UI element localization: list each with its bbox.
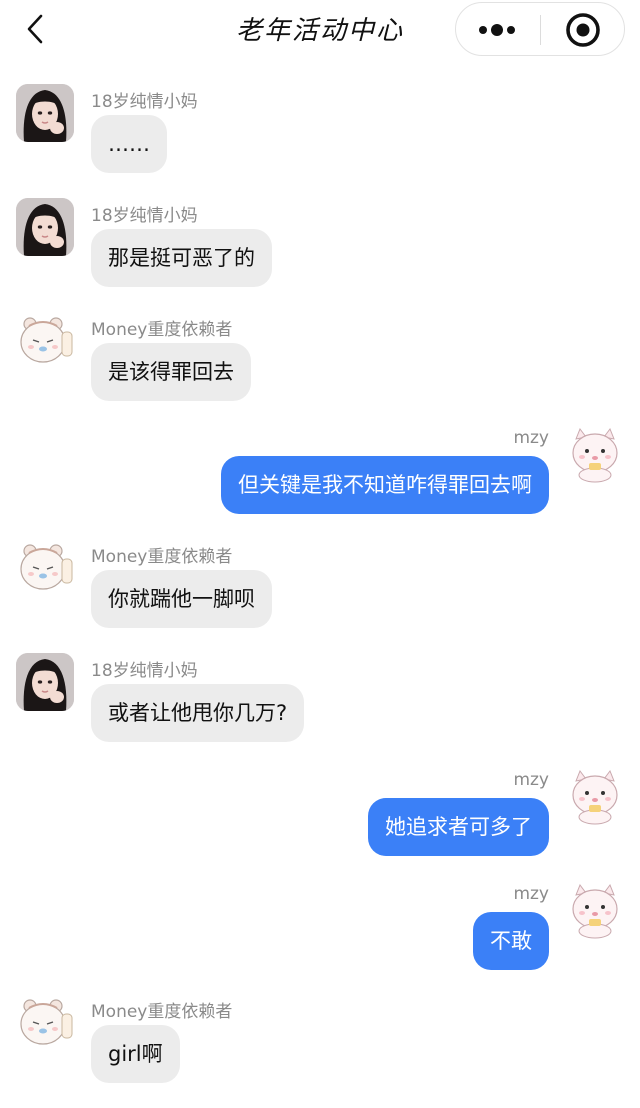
sender-name: Money重度依赖者 — [91, 1002, 233, 1022]
sender-name: Money重度依赖者 — [91, 320, 233, 340]
nav-bar: 老年活动中心 — [0, 0, 640, 60]
message-bubble[interactable]: girl啊 — [91, 1025, 180, 1083]
cartoon-cat-avatar[interactable] — [566, 425, 624, 483]
sender-name: 18岁纯情小妈 — [91, 206, 198, 226]
close-button[interactable] — [542, 3, 624, 55]
message-bubble[interactable]: …… — [91, 115, 167, 173]
cartoon-bear-avatar[interactable] — [16, 994, 74, 1052]
girl-photo-avatar[interactable] — [16, 653, 74, 711]
cartoon-cat-avatar[interactable] — [566, 767, 624, 825]
sender-name: Money重度依赖者 — [91, 547, 233, 567]
more-dots-icon — [479, 24, 515, 36]
sender-name: 18岁纯情小妈 — [91, 661, 198, 681]
capsule-divider — [540, 15, 541, 45]
more-button[interactable] — [456, 3, 540, 55]
cartoon-bear-avatar[interactable] — [16, 312, 74, 370]
target-close-icon — [566, 13, 600, 47]
message-bubble[interactable]: 但关键是我不知道咋得罪回去啊 — [221, 456, 549, 514]
message-bubble[interactable]: 不敢 — [473, 912, 549, 970]
sender-name: mzy — [513, 884, 549, 904]
message-bubble[interactable]: 或者让他甩你几万? — [91, 684, 305, 742]
message-bubble[interactable]: 那是挺可恶了的 — [91, 229, 272, 287]
girl-photo-avatar[interactable] — [16, 84, 74, 142]
message-bubble[interactable]: 是该得罪回去 — [91, 343, 251, 401]
sender-name: mzy — [513, 428, 549, 448]
mini-program-capsule — [455, 2, 625, 56]
sender-name: 18岁纯情小妈 — [91, 92, 198, 112]
cartoon-bear-avatar[interactable] — [16, 539, 74, 597]
girl-photo-avatar[interactable] — [16, 198, 74, 256]
message-bubble[interactable]: 你就踹他一脚呗 — [91, 570, 272, 628]
sender-name: mzy — [513, 770, 549, 790]
message-bubble[interactable]: 她追求者可多了 — [368, 798, 549, 856]
cartoon-cat-avatar[interactable] — [566, 881, 624, 939]
